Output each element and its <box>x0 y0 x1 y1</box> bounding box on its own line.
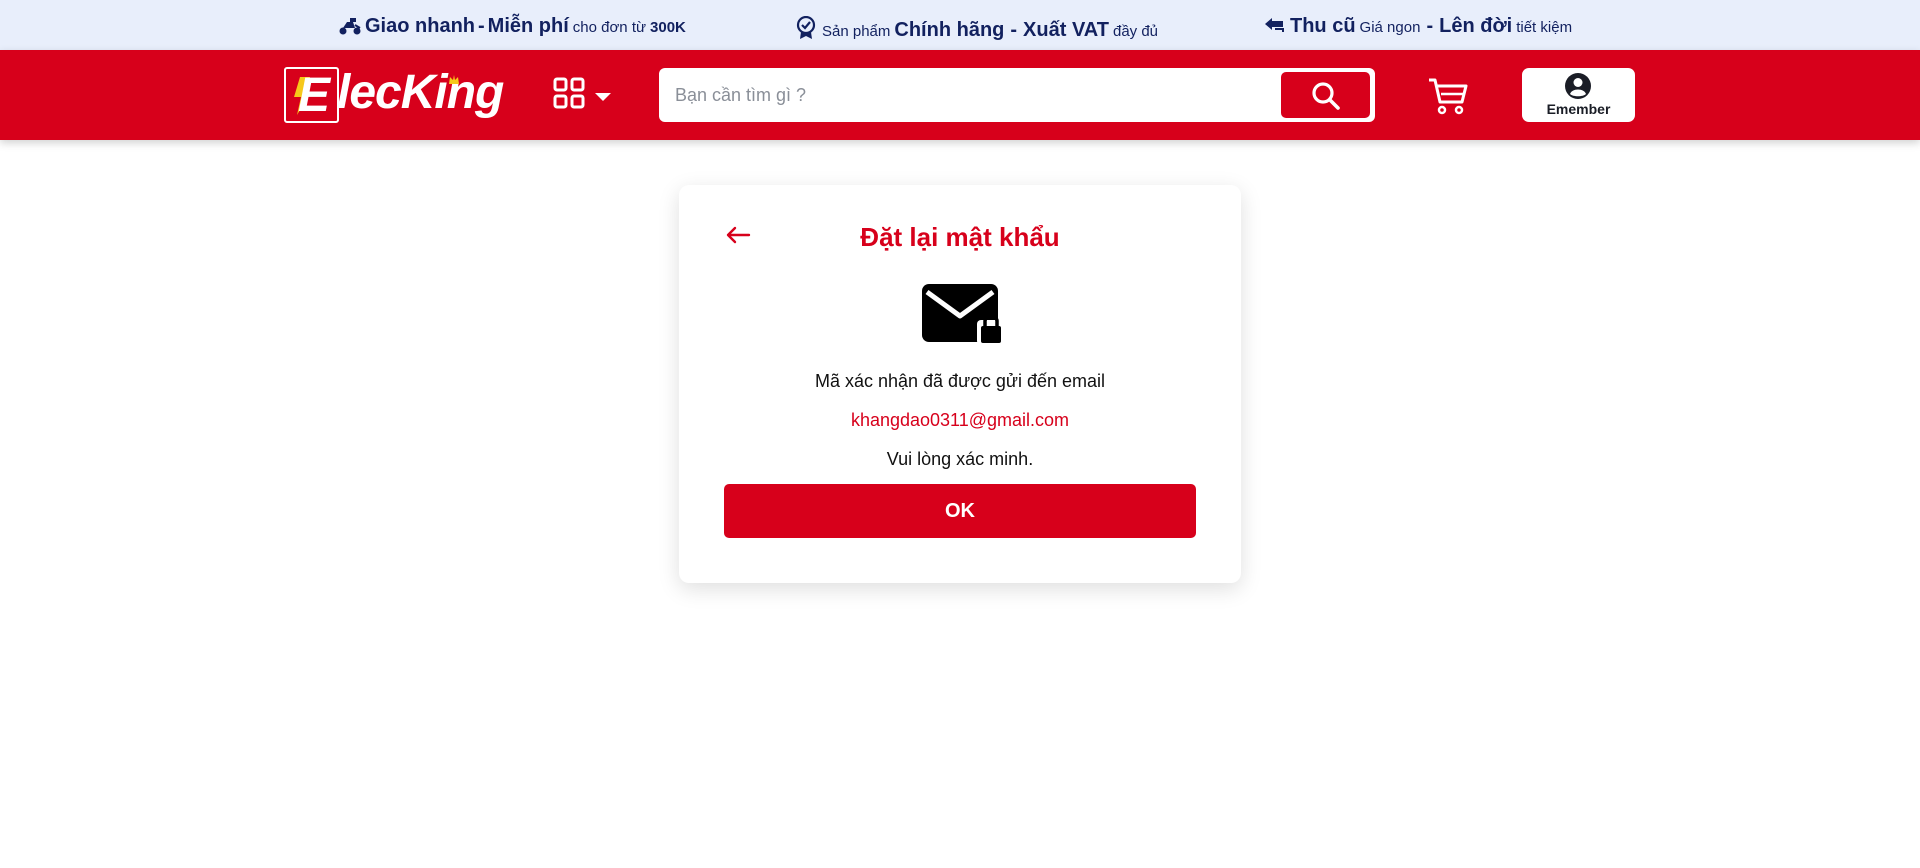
promo-3-sep: - <box>1426 15 1434 37</box>
ok-button[interactable]: OK <box>724 484 1196 538</box>
promo-2-small-2: đầy đủ <box>1112 23 1159 40</box>
logo-text: lecKing <box>337 66 504 119</box>
grid-icon <box>553 77 585 114</box>
reset-password-card: Đặt lại mật khẩu Mã xác nhận đã được gửi… <box>679 185 1241 583</box>
promo-fast-delivery: Giao nhanh - Miễn phí cho đơn từ 300K <box>338 12 686 38</box>
account-label: Emember <box>1546 101 1611 117</box>
confirmation-message: Mã xác nhận đã được gửi đến email <box>814 371 1106 391</box>
promo-2-bold-1: Chính hãng <box>894 19 1005 41</box>
exchange-icon <box>1263 16 1287 36</box>
mail-lock-icon <box>921 282 1005 346</box>
promo-1-bold-2: Miễn phí <box>487 15 569 37</box>
logo-crown-icon <box>448 73 460 91</box>
promo-3-small-2: tiết kiệm <box>1516 19 1573 36</box>
promo-2-bold-2: Xuất VAT <box>1023 19 1109 41</box>
search-button[interactable] <box>1281 72 1370 118</box>
search-input[interactable] <box>675 76 1275 114</box>
category-menu-button[interactable] <box>553 75 617 115</box>
site-header: E lecKing Bạn cần tìm gì ? Emember <box>0 50 1920 140</box>
cart-icon <box>1427 78 1469 120</box>
badge-check-icon <box>795 15 819 39</box>
promo-3-bold-1: Thu cũ <box>1290 15 1356 37</box>
promo-2-sep: - <box>1010 19 1018 41</box>
search-icon <box>1311 81 1341 114</box>
verify-prompt: Vui lòng xác minh. <box>886 449 1034 469</box>
promo-3-bold-2: Lên đời <box>1439 15 1513 37</box>
elecking-logo[interactable]: E lecKing <box>284 66 514 124</box>
promo-3-small-1: Giá ngon <box>1359 19 1421 36</box>
logo-emblem: E <box>284 67 339 123</box>
promo-1-bold-1: Giao nhanh <box>365 15 475 37</box>
promo-2-small-1: Sản phẩm <box>822 23 891 40</box>
page-title: Đặt lại mật khẩu <box>860 222 1060 252</box>
email-address: khangdao0311@gmail.com <box>850 410 1070 430</box>
promo-genuine: Sản phẩm Chính hãng - Xuất VAT đầy đủ <box>795 12 1162 42</box>
cart-button[interactable] <box>1427 76 1469 116</box>
promo-1-small: cho đơn từ <box>572 19 647 36</box>
account-button[interactable]: Emember <box>1522 68 1635 122</box>
chevron-down-icon <box>594 89 612 107</box>
promo-1-sep: - <box>478 15 485 37</box>
logo-letter: E <box>298 69 331 122</box>
scooter-icon <box>338 16 362 36</box>
user-avatar-icon <box>1564 72 1592 100</box>
promo-trade-in: Thu cũ Giá ngon - Lên đời tiết kiệm <box>1263 12 1576 38</box>
search-bar <box>659 68 1375 122</box>
promo-bar: Giao nhanh - Miễn phí cho đơn từ 300K Sả… <box>0 0 1920 50</box>
promo-1-small-bold: 300K <box>650 19 686 36</box>
